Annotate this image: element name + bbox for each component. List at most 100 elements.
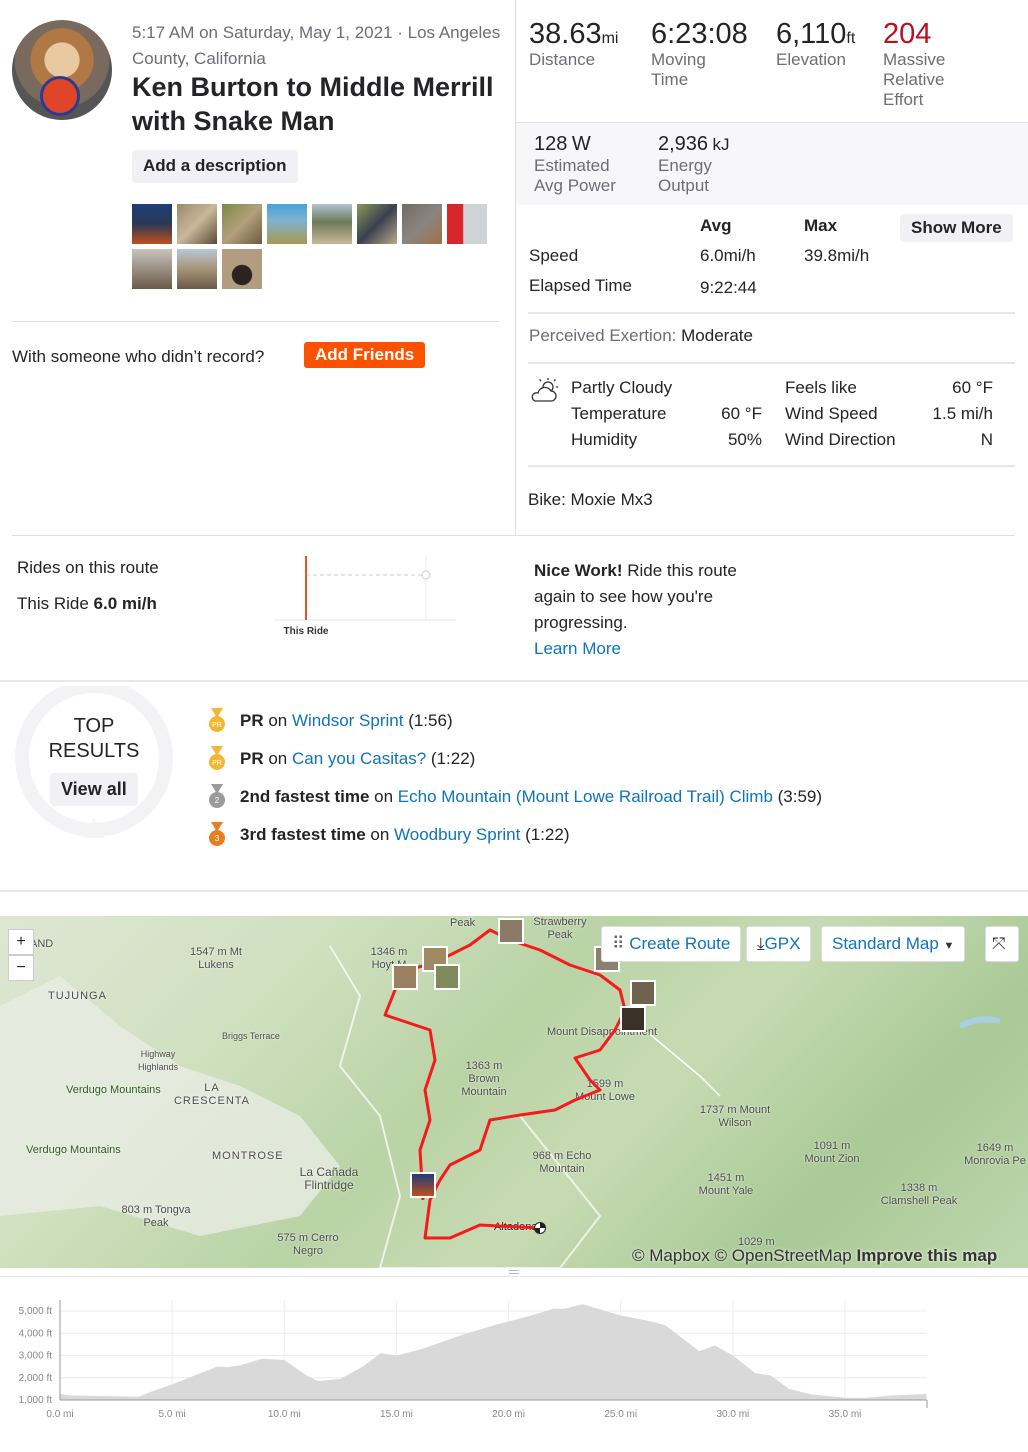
elapsed-value: 9:22:44 xyxy=(700,278,757,297)
wind-direction-value: N xyxy=(980,430,993,449)
photo-marker[interactable] xyxy=(498,918,524,944)
map-attribution: © Mapbox © OpenStreetMap Improve this ma… xyxy=(632,1246,997,1266)
osm-link[interactable]: © OpenStreetMap xyxy=(714,1246,851,1265)
this-ride-chart-label: This Ride xyxy=(283,626,328,637)
svg-text:2: 2 xyxy=(215,796,220,805)
top-results-title-line1: TOP xyxy=(73,715,115,737)
photo-marker[interactable] xyxy=(410,1172,436,1198)
silver-medal-icon: 2 xyxy=(209,784,225,808)
perceived-label: Perceived Exertion: xyxy=(529,326,677,345)
feels-like-label: Feels like xyxy=(785,378,857,397)
x-tick-label: 15.0 mi xyxy=(380,1409,413,1420)
moving-time-value: 6:23:08 xyxy=(651,18,748,50)
photo-thumbnail[interactable] xyxy=(267,204,307,244)
svg-text:PR: PR xyxy=(212,722,222,729)
zoom-in-button[interactable]: + xyxy=(8,929,34,955)
athlete-avatar[interactable] xyxy=(12,20,112,120)
temperature-label: Temperature xyxy=(571,404,667,423)
nice-work-message: Nice Work! Ride this route again to see … xyxy=(534,558,774,662)
photo-thumbnail[interactable] xyxy=(402,204,442,244)
photo-thumbnail[interactable] xyxy=(132,204,172,244)
pr-medal-icon: PR xyxy=(209,746,225,770)
power-unit: W xyxy=(571,133,591,155)
power-label: Estimated Avg Power xyxy=(534,156,616,195)
segment-link[interactable]: Can you Casitas? xyxy=(292,749,426,768)
show-more-button[interactable]: Show More xyxy=(900,214,1013,242)
finish-flag-icon xyxy=(534,1222,546,1234)
x-tick-label: 25.0 mi xyxy=(604,1409,637,1420)
route-map[interactable]: AND 1547 m Mt Lukens 1346 m Hoyt M Peak … xyxy=(0,916,1028,1268)
gpx-download-button[interactable]: ⤓GPX xyxy=(746,926,812,962)
segment-link[interactable]: Windsor Sprint xyxy=(292,711,403,730)
energy-value: 2,936 xyxy=(658,133,709,155)
zoom-out-button[interactable]: − xyxy=(8,955,34,981)
weather-condition: Partly Cloudy xyxy=(571,378,673,397)
divider xyxy=(528,362,1015,364)
y-tick-label: 3,000 ft xyxy=(19,1351,53,1362)
photo-thumbnail[interactable] xyxy=(312,204,352,244)
temperature-value: 60 °F xyxy=(721,404,762,423)
photo-marker[interactable] xyxy=(434,964,460,990)
map-style-label: Standard Map xyxy=(832,934,939,953)
learn-more-link[interactable]: Learn More xyxy=(534,639,621,658)
humidity-label: Humidity xyxy=(571,430,638,449)
laurel-icon xyxy=(15,686,173,838)
x-tick-label: 30.0 mi xyxy=(716,1409,749,1420)
speed-max: 39.8mi/h xyxy=(804,246,870,265)
download-icon: ⤓ xyxy=(757,934,765,953)
photo-thumbnail[interactable] xyxy=(357,204,397,244)
moving-time-label: Moving Time xyxy=(651,50,706,89)
fullscreen-icon[interactable]: ⤧ xyxy=(985,926,1019,962)
add-description-button[interactable]: Add a description xyxy=(132,150,298,183)
top-results-title: TOP RESULTS xyxy=(14,714,174,764)
energy-label: Energy Output xyxy=(658,156,712,195)
create-route-label: Create Route xyxy=(629,934,731,953)
y-tick-label: 2,000 ft xyxy=(19,1373,53,1384)
elevation-chart[interactable]: 1,000 ft 2,000 ft 3,000 ft 4,000 ft 5,000 ft… xyxy=(0,1280,1028,1452)
photo-thumbnail[interactable] xyxy=(132,249,172,289)
map-style-dropdown[interactable]: Standard Map ▼ xyxy=(821,926,966,962)
segment-link[interactable]: Echo Mountain (Mount Lowe Railroad Trail… xyxy=(398,787,773,806)
route-icon: ⠿ xyxy=(612,934,625,953)
improve-map-link[interactable]: Improve this map xyxy=(856,1246,997,1265)
perceived-value: Moderate xyxy=(681,326,753,345)
this-ride-speed: This Ride 6.0 mi/h xyxy=(17,594,157,614)
resize-handle[interactable] xyxy=(509,1270,519,1274)
segment-link[interactable]: Woodbury Sprint xyxy=(394,825,520,844)
speed-label: Speed xyxy=(529,246,579,265)
power-band: 128 W Estimated Avg Power 2,936 kJ Energy … xyxy=(516,122,1028,205)
elevation-value: 6,110 xyxy=(776,18,847,50)
activity-title: Ken Burton to Middle Merrill with Snake … xyxy=(132,72,494,136)
this-ride-label: This Ride xyxy=(17,594,89,613)
view-all-button[interactable]: View all xyxy=(50,773,138,806)
photo-thumbnail[interactable] xyxy=(222,249,262,289)
this-ride-value: 6.0 mi/h xyxy=(93,594,157,613)
y-tick-label: 4,000 ft xyxy=(19,1328,53,1339)
humidity-value: 50% xyxy=(727,430,762,449)
photo-thumbnail[interactable] xyxy=(222,204,262,244)
mapbox-link[interactable]: © Mapbox xyxy=(632,1246,710,1265)
divider xyxy=(528,312,1015,314)
photo-thumbnail[interactable] xyxy=(447,204,487,244)
pr-medal-icon: PR xyxy=(209,708,225,732)
relative-effort-label: Massive Relative Effort xyxy=(883,50,946,109)
speed-avg: 6.0mi/h xyxy=(700,246,756,265)
result-item: PR on Can you Casitas? (1:22) xyxy=(240,749,476,768)
perceived-exertion: Perceived Exertion: Moderate xyxy=(529,326,753,346)
stat-relative-effort[interactable]: 204 Massive Relative Effort xyxy=(883,18,963,110)
photo-thumbnail[interactable] xyxy=(177,249,217,289)
create-route-button[interactable]: ⠿ Create Route xyxy=(601,926,742,962)
photo-marker[interactable] xyxy=(620,1006,646,1032)
result-item: PR on Windsor Sprint (1:56) xyxy=(240,711,453,730)
ride-point[interactable] xyxy=(421,570,431,580)
top-results-title-line2: RESULTS xyxy=(48,740,140,762)
column-divider xyxy=(515,0,516,535)
friends-prompt: With someone who didn’t record? xyxy=(12,347,265,366)
photo-marker[interactable] xyxy=(630,980,656,1006)
photo-thumbnail[interactable] xyxy=(177,204,217,244)
divider xyxy=(528,465,1015,467)
y-tick-label: 5,000 ft xyxy=(19,1306,53,1317)
add-friends-button[interactable]: Add Friends xyxy=(304,342,426,368)
photo-marker[interactable] xyxy=(392,964,418,990)
elapsed-label: Elapsed Time xyxy=(529,276,632,295)
